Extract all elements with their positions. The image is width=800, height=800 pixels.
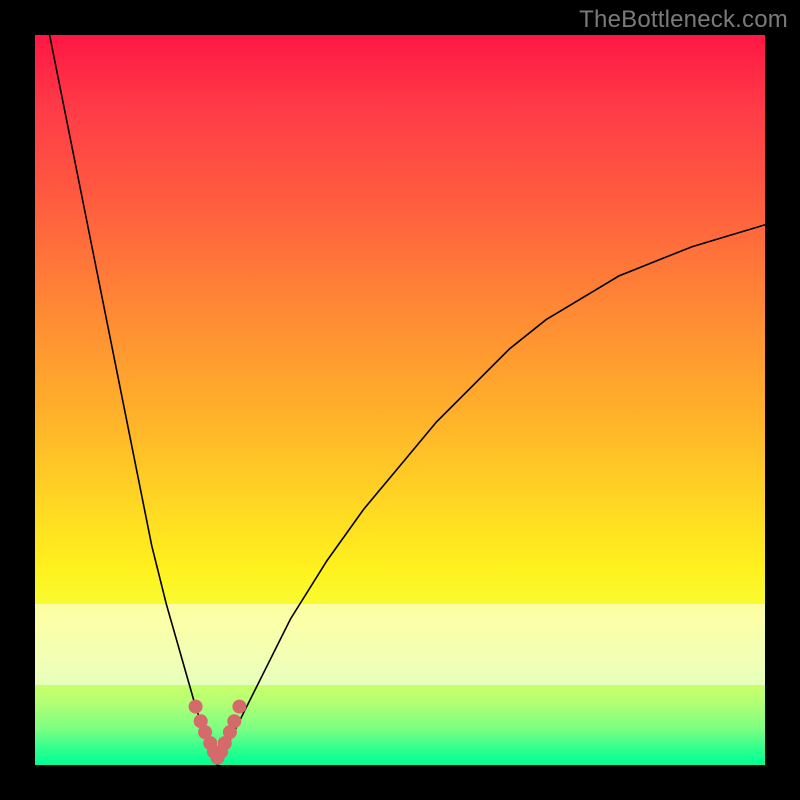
highlight-dot (189, 700, 203, 714)
minimum-marker-dots (189, 700, 247, 765)
chart-container: TheBottleneck.com (0, 0, 800, 800)
curve-layer (35, 35, 765, 765)
watermark-text: TheBottleneck.com (579, 6, 788, 34)
highlight-dot (227, 714, 241, 728)
right-branch-curve (218, 225, 766, 765)
left-branch-curve (35, 35, 218, 765)
highlight-dot (232, 700, 246, 714)
plot-area (35, 35, 765, 765)
